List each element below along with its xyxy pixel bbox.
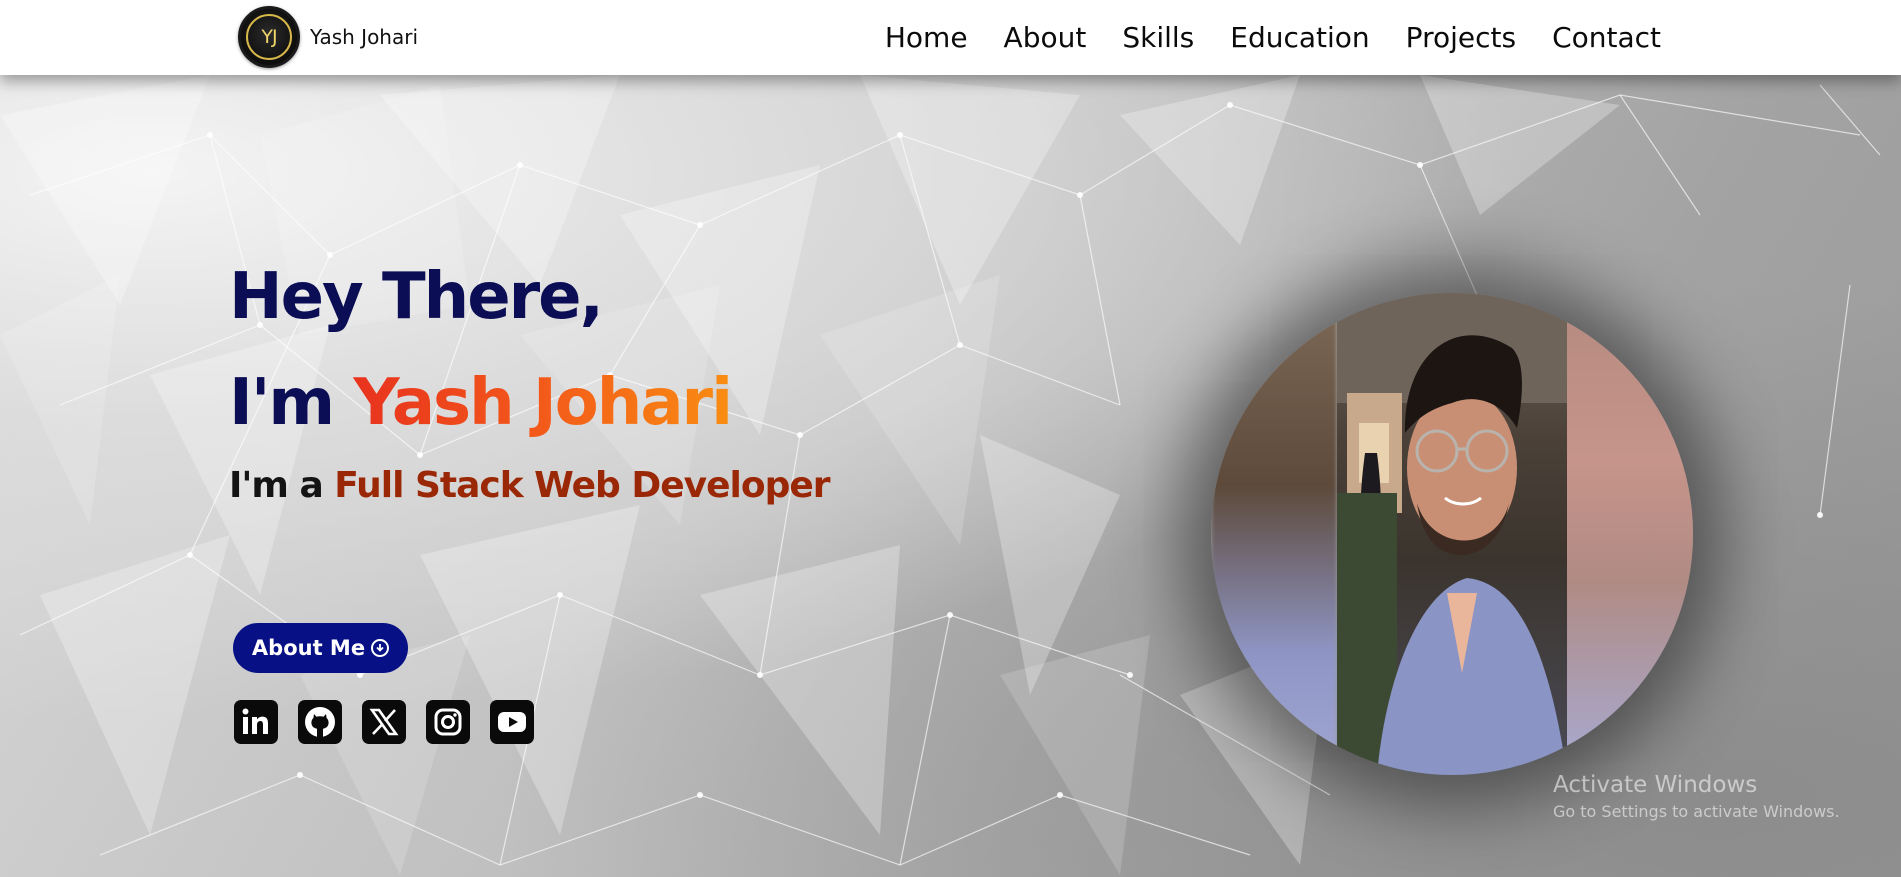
greeting-heading: Hey There, (229, 260, 604, 334)
arrow-down-circle-icon (371, 639, 390, 657)
nav-link-home[interactable]: Home (885, 21, 968, 54)
nav-menu: Home About Skills Education Projects Con… (885, 0, 1661, 75)
about-me-button[interactable]: About Me (233, 623, 408, 673)
photo-blur-right (1567, 293, 1693, 775)
social-links (234, 700, 534, 744)
top-navbar: YJ Yash Johari Home About Skills Educati… (0, 0, 1901, 75)
nav-link-projects[interactable]: Projects (1406, 21, 1516, 54)
logo-monogram: YJ (246, 14, 292, 60)
profile-photo (1211, 293, 1693, 775)
linkedin-icon[interactable] (234, 700, 278, 744)
intro-heading: I'm Yash Johari (229, 366, 733, 440)
nav-link-about[interactable]: About (1004, 21, 1087, 54)
watermark-title: Activate Windows (1553, 772, 1758, 798)
photo-center (1337, 293, 1567, 775)
role-heading: I'm a Full Stack Web Developer (229, 465, 831, 506)
x-twitter-icon[interactable] (362, 700, 406, 744)
intro-prefix: I'm (229, 366, 354, 440)
brand[interactable]: YJ Yash Johari (238, 6, 418, 68)
windows-activation-watermark: Activate Windows Go to Settings to activ… (1553, 772, 1840, 821)
hero-section: Hey There, I'm Yash Johari I'm a Full St… (0, 75, 1901, 877)
youtube-icon[interactable] (490, 700, 534, 744)
portfolio-page: YJ Yash Johari Home About Skills Educati… (0, 0, 1901, 877)
nav-link-education[interactable]: Education (1230, 21, 1369, 54)
instagram-icon[interactable] (426, 700, 470, 744)
about-me-label: About Me (251, 636, 366, 660)
role-prefix: I'm a (229, 465, 335, 506)
nav-link-skills[interactable]: Skills (1122, 21, 1194, 54)
github-icon[interactable] (298, 700, 342, 744)
nav-link-contact[interactable]: Contact (1552, 21, 1661, 54)
brand-name: Yash Johari (310, 25, 419, 49)
logo-icon[interactable]: YJ (238, 6, 300, 68)
intro-name: Yash Johari (353, 366, 733, 440)
watermark-subtitle: Go to Settings to activate Windows. (1553, 802, 1840, 821)
role-title: Full Stack Web Developer (334, 465, 830, 506)
photo-blur-left (1211, 293, 1337, 775)
